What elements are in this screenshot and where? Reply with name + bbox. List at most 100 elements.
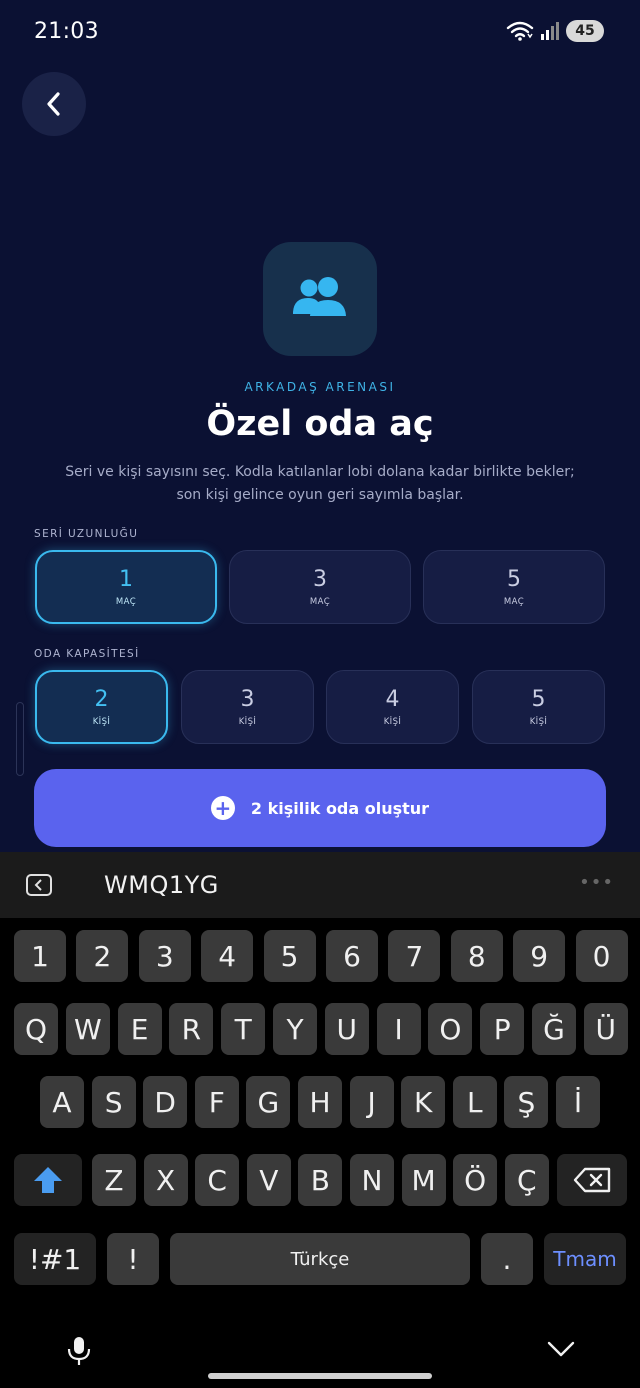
capacity-option-unit: KİŞİ [238, 717, 257, 727]
key-d[interactable]: D [143, 1076, 188, 1128]
period-key-label: . [502, 1242, 512, 1276]
key-s[interactable]: S [91, 1076, 136, 1128]
series-option-unit: MAÇ [503, 597, 525, 607]
key-ö[interactable]: Ö [453, 1154, 498, 1206]
key-g[interactable]: G [246, 1076, 291, 1128]
capacity-option-2[interactable]: 2 KİŞİ [35, 670, 168, 744]
wifi-icon [506, 21, 534, 41]
key-r[interactable]: R [169, 1003, 214, 1055]
signal-icon [541, 22, 559, 40]
chevron-left-icon [47, 92, 60, 116]
backspace-icon [573, 1167, 611, 1193]
key-v[interactable]: V [246, 1154, 291, 1206]
create-room-label: 2 kişilik oda oluştur [250, 798, 430, 818]
hide-keyboard-button[interactable] [547, 1340, 575, 1362]
key-e[interactable]: E [117, 1003, 162, 1055]
back-button[interactable] [22, 72, 86, 136]
clipboard-suggestion[interactable]: WMQ1YG [104, 871, 219, 899]
key-u[interactable]: U [324, 1003, 369, 1055]
eyebrow-label: ARKADAŞ ARENASI [244, 380, 396, 394]
key-2[interactable]: 2 [76, 930, 129, 982]
capacity-option-value: 3 [240, 687, 255, 712]
key-n[interactable]: N [350, 1154, 394, 1206]
key-3[interactable]: 3 [138, 930, 191, 982]
key-w[interactable]: W [65, 1003, 110, 1055]
key-0[interactable]: 0 [575, 930, 628, 982]
page-subtitle: Seri ve kişi sayısını seç. Kodla katılan… [60, 461, 580, 507]
period-key[interactable]: . [481, 1233, 533, 1285]
capacity-option-5[interactable]: 5 KİŞİ [472, 670, 605, 744]
shift-key[interactable] [14, 1154, 82, 1206]
key-t[interactable]: T [221, 1003, 266, 1055]
home-indicator[interactable] [208, 1373, 432, 1379]
key-5[interactable]: 5 [263, 930, 316, 982]
page-title: Özel oda aç [206, 404, 434, 444]
key-x[interactable]: X [143, 1154, 188, 1206]
key-ç[interactable]: Ç [504, 1154, 549, 1206]
key-1[interactable]: 1 [14, 930, 66, 982]
series-option-5[interactable]: 5 MAÇ [423, 550, 605, 624]
key-f[interactable]: F [194, 1076, 239, 1128]
series-option-value: 3 [313, 567, 327, 592]
done-key[interactable]: Tmam [544, 1233, 626, 1285]
key-ğ[interactable]: Ğ [532, 1003, 576, 1055]
status-bar: 21:03 45 [0, 0, 640, 64]
battery-indicator: 45 [566, 20, 604, 42]
key-o[interactable]: O [428, 1003, 473, 1055]
space-key[interactable]: Türkçe [170, 1233, 470, 1285]
hero-icon-tile [263, 242, 377, 356]
key-z[interactable]: Z [92, 1154, 136, 1206]
private-room-screen: 21:03 45 ARKADAŞ ARENASI Özel oda aç Ser… [0, 0, 640, 852]
key-y[interactable]: Y [273, 1003, 317, 1055]
key-a[interactable]: A [40, 1076, 84, 1128]
key-p[interactable]: P [480, 1003, 525, 1055]
key-8[interactable]: 8 [450, 930, 503, 982]
key-ş[interactable]: Ş [504, 1076, 549, 1128]
key-h[interactable]: H [298, 1076, 342, 1128]
capacity-option-unit: KİŞİ [92, 717, 111, 727]
key-4[interactable]: 4 [201, 930, 254, 982]
onscreen-keyboard: 1234567890 QWERTYUIOPĞÜ ASDFGHJKLŞİ ZXCV… [0, 918, 640, 1388]
scrollbar[interactable] [16, 702, 24, 776]
more-options-button[interactable]: ••• [579, 872, 614, 893]
capacity-option-unit: KİŞİ [383, 717, 402, 727]
key-l[interactable]: L [452, 1076, 497, 1128]
exclamation-key-label: ! [127, 1242, 139, 1276]
series-length-label: SERİ UZUNLUĞU [34, 528, 139, 540]
people-icon [293, 277, 346, 316]
key-m[interactable]: M [401, 1154, 446, 1206]
key-c[interactable]: C [195, 1154, 240, 1206]
capacity-option-3[interactable]: 3 KİŞİ [181, 670, 314, 744]
series-option-1[interactable]: 1 MAÇ [35, 550, 217, 624]
capacity-option-4[interactable]: 4 KİŞİ [326, 670, 459, 744]
series-option-value: 1 [119, 567, 133, 592]
series-option-unit: MAÇ [115, 597, 137, 607]
key-b[interactable]: B [298, 1154, 343, 1206]
create-room-button[interactable]: + 2 kişilik oda oluştur [34, 769, 606, 847]
key-j[interactable]: J [349, 1076, 394, 1128]
series-option-3[interactable]: 3 MAÇ [229, 550, 411, 624]
key-k[interactable]: K [401, 1076, 446, 1128]
exclamation-key[interactable]: ! [107, 1233, 159, 1285]
microphone-icon [67, 1337, 91, 1365]
keyboard-toolbar: WMQ1YG ••• [0, 852, 640, 918]
plus-circle-icon: + [210, 796, 235, 820]
key-q[interactable]: Q [14, 1003, 58, 1055]
key-i̇[interactable]: İ [556, 1076, 600, 1128]
chevron-down-icon [547, 1341, 575, 1357]
status-time: 21:03 [34, 19, 99, 44]
room-capacity-label: ODA KAPASİTESİ [34, 648, 140, 660]
microphone-button[interactable] [66, 1336, 92, 1370]
done-key-label: Tmam [553, 1247, 617, 1271]
key-6[interactable]: 6 [326, 930, 378, 982]
key-i[interactable]: I [376, 1003, 421, 1055]
key-ü[interactable]: Ü [583, 1003, 628, 1055]
subtitle-line-2: son kişi gelince oyun geri sayımla başla… [176, 487, 464, 503]
space-key-label: Türkçe [290, 1248, 350, 1270]
keyboard-toolbar-back-button[interactable] [26, 874, 52, 896]
key-7[interactable]: 7 [388, 930, 441, 982]
symbols-key[interactable]: !#1 [14, 1233, 96, 1285]
shift-icon [34, 1167, 62, 1193]
backspace-key[interactable] [557, 1154, 627, 1206]
key-9[interactable]: 9 [513, 930, 566, 982]
